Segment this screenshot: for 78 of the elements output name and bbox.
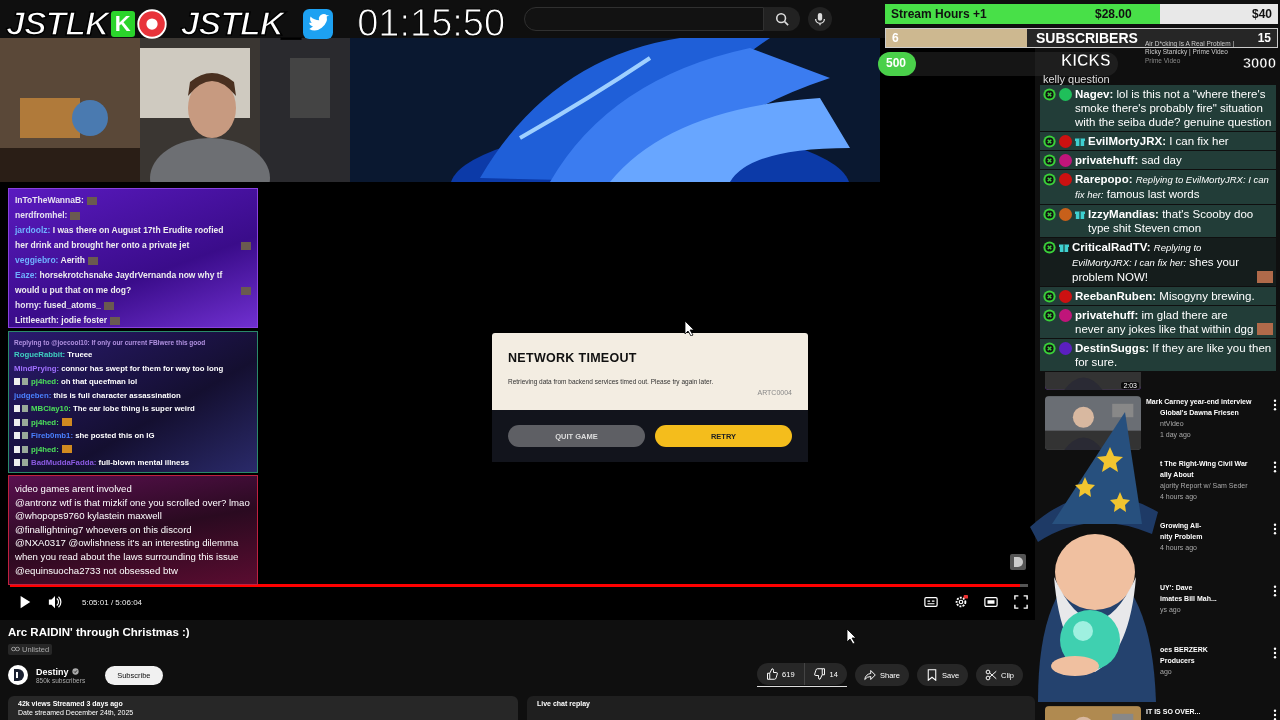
chat-text: kelly question xyxy=(1042,74,1111,84)
microphone-icon xyxy=(813,12,827,26)
goal-amount: $28.00 xyxy=(1095,7,1132,21)
platform-icon xyxy=(1043,172,1056,186)
chat-text: ReebanRuben: Misogyny brewing. xyxy=(1075,289,1255,303)
thumbs-down-icon xyxy=(813,668,826,680)
settings-icon[interactable] xyxy=(954,595,968,609)
channel-avatar[interactable] xyxy=(8,665,28,685)
cursor-icon xyxy=(684,320,696,336)
chat-text: Rarepopo: Replying to EvilMortyJRX: I can fix her: famous last words xyxy=(1075,172,1270,202)
chat-text: Eaze: horsekrotchsnake JaydrVernanda now why tf would u put that on me dog? xyxy=(15,269,224,297)
record-icon xyxy=(136,8,167,39)
video-title: Arc RAIDIN' through Christmas :) xyxy=(8,626,190,638)
chat-text: DestinSuggs: If they are like you then for sure. xyxy=(1075,341,1273,369)
clip-icon xyxy=(985,669,998,681)
chat-text: InToTheWannaB: xyxy=(15,194,84,207)
time-display: 5:05:01 / 5:06:04 xyxy=(82,597,143,607)
goal-label: KICKS xyxy=(1061,52,1111,70)
play-icon[interactable] xyxy=(18,595,32,609)
platform-icon xyxy=(1043,289,1056,303)
goal-target: $40 xyxy=(1251,7,1272,21)
bird-icon xyxy=(303,8,334,39)
chat-text: @NXA0317 @owlishness it's an interesting dilemma when you read about the laws surrounding this issue xyxy=(15,536,240,564)
chat-text: Littleearth: jodie foster xyxy=(15,314,108,327)
save-icon xyxy=(925,669,938,681)
goal-label: Stream Hours +1 xyxy=(891,7,987,21)
logo-badge: K xyxy=(110,10,135,37)
goal-target: 3000 xyxy=(1242,54,1276,71)
logo-text: JSTLK_ xyxy=(180,4,302,43)
stream-timer: 01:15:50 xyxy=(357,2,506,45)
cursor-icon xyxy=(846,628,858,644)
platform-icon xyxy=(1043,153,1056,167)
dialog-title: NETWORK TIMEOUT xyxy=(508,351,638,365)
goal-count: 500 xyxy=(886,56,908,70)
platform-icon xyxy=(1043,207,1056,221)
chat-text: Nagev: lol is this not a "where there's smoke there's probably fire" situation with the seiba dude? genuine question xyxy=(1075,87,1273,129)
verified-icon xyxy=(71,668,79,675)
theater-icon[interactable] xyxy=(984,595,998,609)
volume-icon[interactable] xyxy=(48,595,62,609)
captions-icon[interactable] xyxy=(924,595,938,609)
chat-text: IzzyMandias: that's Scooby doo type shit Steven cmon xyxy=(1088,207,1255,235)
microphone-button[interactable] xyxy=(808,7,832,31)
search-field[interactable] xyxy=(524,7,764,31)
chat-text: @antronz wtf is that mizkif one you scrolled over? lmao xyxy=(15,495,251,510)
platform-icon xyxy=(1043,341,1056,355)
chat-text: CriticalRadTV: Replying to EvilMortyJRX: I can fix her: shes your problem NOW! xyxy=(1072,240,1241,284)
chat-text: horny: fused_atoms_ xyxy=(15,299,101,312)
more-icon[interactable] xyxy=(1273,709,1277,720)
chat-text: EvilMortyJRX: I can fix her xyxy=(1088,134,1229,148)
platform-icon xyxy=(1043,87,1056,101)
logo-icon xyxy=(1010,554,1026,570)
chat-text: jardoolz: I was there on August 17th Erudite roofied her drink and brought her onto a private jet xyxy=(15,224,225,252)
chat-text: @whopops9760 kylastein maxwell xyxy=(15,509,163,523)
chat-text: @equinsuocha2733 not obsessed btw xyxy=(15,563,179,578)
chat-text: privatehuff: im glad there are never any jokes like that within dgg xyxy=(1075,308,1254,336)
more-icon[interactable] xyxy=(1273,523,1277,535)
thumbs-up-icon xyxy=(766,668,779,680)
chat-text: veggiebro: Aerith xyxy=(15,254,86,267)
chat-text: nerdfromhel: xyxy=(15,209,68,222)
goal-target: 15 xyxy=(1257,31,1271,45)
more-icon[interactable] xyxy=(1273,399,1277,411)
link-icon xyxy=(11,646,20,652)
search-button[interactable] xyxy=(764,7,800,31)
share-icon xyxy=(863,669,876,681)
chat-text: privatehuff: sad day xyxy=(1075,153,1182,167)
search-icon xyxy=(775,12,789,26)
more-icon[interactable] xyxy=(1273,647,1277,659)
goal-label: SUBSCRIBERS xyxy=(1036,30,1138,46)
more-icon[interactable] xyxy=(1273,585,1277,597)
more-icon[interactable] xyxy=(1273,461,1277,473)
platform-icon xyxy=(1043,308,1056,322)
chat-text: @finallightning7 whoevers on this discord xyxy=(15,522,193,537)
goal-count: 6 xyxy=(892,31,899,45)
logo-text: JSTLK xyxy=(6,4,109,43)
channel-name[interactable]: Destiny xyxy=(36,666,69,677)
platform-icon xyxy=(1043,134,1056,148)
chat-text: video games arent involved xyxy=(15,482,133,496)
fullscreen-icon[interactable] xyxy=(1014,595,1028,609)
